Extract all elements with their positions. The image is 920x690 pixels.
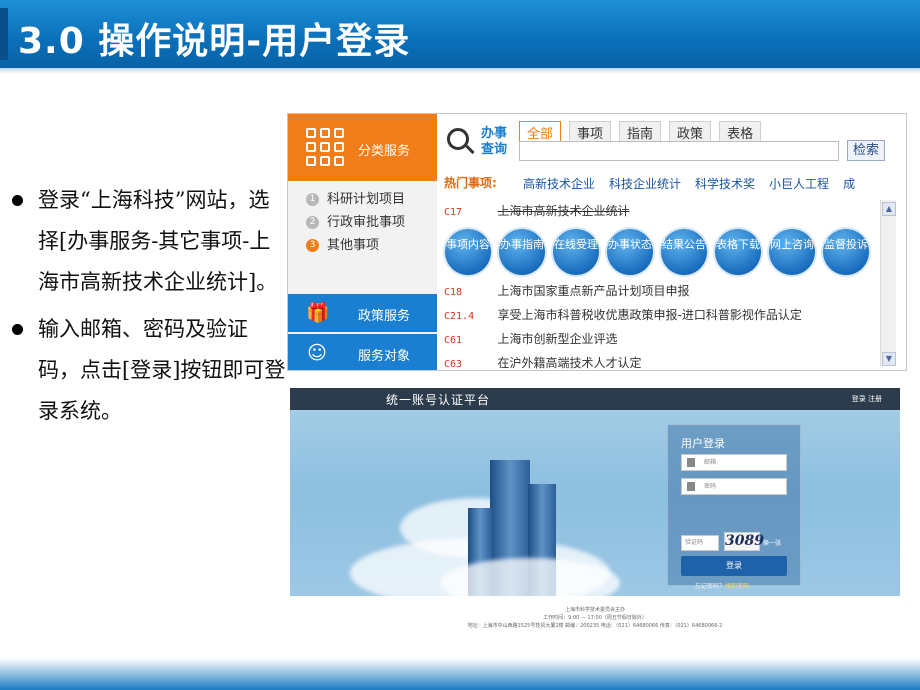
lock-icon (687, 482, 695, 491)
list-scrollbar[interactable]: ▲ ▼ (880, 200, 896, 366)
circle-button[interactable]: 办事指南 (499, 229, 545, 275)
list-item[interactable]: C63 在沪外籍高端技术人才认定 (444, 354, 642, 370)
search-input[interactable] (519, 141, 839, 161)
circle-button[interactable]: 表格下载 (715, 229, 761, 275)
login-register-links[interactable]: 登录 注册 (852, 394, 882, 404)
title-bar: 3.0 操作说明-用户登录 (0, 0, 920, 68)
portal-sidebar: 分类服务 1 科研计划项目 2 行政审批事项 3 其他事项 🎁 政策服务 ☺ 服… (288, 114, 437, 370)
item-code: C21.4 (444, 311, 475, 322)
footer-line: 地址：上海市中山西路1525号技贸大厦2楼 邮编：200235 电话：（021）… (467, 623, 723, 629)
bullet-text: 输入邮箱、密码及验证码，点击[登录]按钮即可登录系统。 (38, 317, 286, 423)
circle-button[interactable]: 监督投诉 (823, 229, 869, 275)
grid-icon (306, 128, 344, 166)
title-shadow (0, 68, 920, 74)
bottom-band (0, 658, 920, 690)
nav-item-label: 行政审批事项 (327, 215, 406, 230)
item-title: 上海市创新型企业评选 (497, 332, 618, 346)
title-accent (0, 8, 8, 60)
service-target-block[interactable]: ☺ 服务对象 (288, 334, 437, 370)
forgot-text: 忘记密码？ (695, 583, 726, 590)
item-title: 享受上海市科普税收优惠政策申报-进口科普影视作品认定 (497, 308, 802, 322)
password-placeholder: 密码 (704, 483, 717, 490)
scroll-down-icon[interactable]: ▼ (882, 352, 896, 366)
user-icon (687, 458, 695, 467)
circle-button[interactable]: 办事状态 (607, 229, 653, 275)
login-site-brand: 统一账号认证平台 (386, 393, 491, 407)
number-badge: 2 (306, 216, 319, 229)
hot-link[interactable]: 小巨人工程 (769, 175, 829, 192)
hot-link[interactable]: 科学技术奖 (695, 175, 755, 192)
category-list: 1 科研计划项目 2 行政审批事项 3 其他事项 (306, 188, 405, 257)
password-field[interactable]: 密码 (681, 478, 787, 495)
item-title: 上海市高新技术企业统计 (497, 204, 630, 218)
login-title: 用户登录 (681, 437, 725, 450)
item-title: 上海市国家重点新产品计划项目申报 (497, 284, 690, 298)
login-site-footer: 上海市科学技术委员会主办 工作时间：9:00 — 17:00（周五节假日除外） … (290, 606, 900, 630)
list-item[interactable]: C17 上海市高新技术企业统计 (444, 202, 630, 220)
list-item[interactable]: C21.4 享受上海市科普税收优惠政策申报-进口科普影视作品认定 (444, 306, 802, 324)
hot-label: 热门事项: (444, 176, 497, 190)
nav-item-other[interactable]: 3 其他事项 (306, 234, 405, 257)
number-badge: 1 (306, 193, 319, 206)
list-item[interactable]: C61 上海市创新型企业评选 (444, 330, 618, 348)
item-code: C18 (444, 287, 463, 298)
captcha-image[interactable]: 3089 (724, 532, 764, 551)
service-circles: 事项内容 办事指南 在线受理 办事状态 结果公告 表格下载 网上咨询 监督投诉 (445, 229, 877, 275)
circle-button[interactable]: 结果公告 (661, 229, 707, 275)
circle-button[interactable]: 网上咨询 (769, 229, 815, 275)
search-icon-handle (465, 144, 475, 155)
login-button[interactable]: 登录 (681, 556, 787, 576)
item-title: 在沪外籍高端技术人才认定 (497, 356, 642, 370)
footer-line: 工作时间：9:00 — 17:00（周五节假日除外） (543, 615, 647, 621)
gift-icon: 🎁 (306, 302, 330, 324)
captcha-refresh-link[interactable]: 换一张 (763, 538, 781, 547)
item-list: C17 上海市高新技术企业统计 事项内容 办事指南 在线受理 办事状态 结果公告… (437, 200, 881, 370)
category-label: 分类服务 (358, 144, 411, 159)
hot-link[interactable]: 成 (843, 175, 855, 192)
login-site-header: 统一账号认证平台 登录 注册 (290, 388, 900, 410)
login-panel: 用户登录 邮箱 密码 验证码 3089 换一张 登录 忘记密码？找回密码 (667, 424, 801, 590)
bullet-list: 登录“上海科技”网站，选择[办事服务-其它事项-上海市高新技术企业统计]。 输入… (10, 180, 288, 438)
item-code: C63 (444, 359, 463, 370)
forgot-password: 忘记密码？找回密码 (695, 581, 749, 590)
nav-item-label: 科研计划项目 (327, 192, 406, 207)
smiley-icon: ☺ (307, 342, 327, 364)
search-title: 办事查询 (481, 126, 508, 157)
slide-title: 3.0 操作说明-用户登录 (18, 21, 411, 62)
email-field[interactable]: 邮箱 (681, 454, 787, 471)
bullet-dot-icon (12, 324, 23, 335)
category-header[interactable]: 分类服务 (288, 114, 437, 181)
policy-label: 政策服务 (358, 309, 411, 324)
item-code: C17 (444, 207, 463, 218)
list-item[interactable]: C18 上海市国家重点新产品计划项目申报 (444, 282, 690, 300)
captcha-field[interactable]: 验证码 (681, 535, 719, 551)
nav-item-approval[interactable]: 2 行政审批事项 (306, 211, 405, 234)
hot-link[interactable]: 科技企业统计 (609, 175, 681, 192)
search-button[interactable]: 检索 (847, 140, 885, 161)
nav-item-label: 其他事项 (327, 238, 380, 253)
search-area: 办事查询 全部 事项 指南 政策 表格 检索 热门事项: 高新技术企业 科技企业… (437, 114, 906, 200)
footer-line: 上海市科学技术委员会主办 (564, 607, 625, 613)
policy-service-block[interactable]: 🎁 政策服务 (288, 294, 437, 332)
portal-screenshot: 分类服务 1 科研计划项目 2 行政审批事项 3 其他事项 🎁 政策服务 ☺ 服… (287, 113, 907, 371)
number-badge: 3 (306, 239, 319, 252)
bullet-dot-icon (12, 195, 23, 206)
circle-button[interactable]: 在线受理 (553, 229, 599, 275)
bullet-item: 登录“上海科技”网站，选择[办事服务-其它事项-上海市高新技术企业统计]。 (10, 180, 288, 303)
scroll-up-icon[interactable]: ▲ (882, 202, 896, 216)
circle-button[interactable]: 事项内容 (445, 229, 491, 275)
bullet-text: 登录“上海科技”网站，选择[办事服务-其它事项-上海市高新技术企业统计]。 (38, 188, 278, 294)
item-code: C61 (444, 335, 463, 346)
login-screenshot: 统一账号认证平台 登录 注册 用户登录 邮箱 密码 验证码 3089 换一张 登… (290, 388, 900, 596)
email-placeholder: 邮箱 (704, 459, 717, 466)
recover-password-link[interactable]: 找回密码 (725, 583, 749, 590)
hot-links: 高新技术企业 科技企业统计 科学技术奖 小巨人工程 成 (523, 175, 869, 192)
target-label: 服务对象 (358, 349, 411, 364)
nav-item-research[interactable]: 1 科研计划项目 (306, 188, 405, 211)
bullet-item: 输入邮箱、密码及验证码，点击[登录]按钮即可登录系统。 (10, 309, 288, 432)
hot-link[interactable]: 高新技术企业 (523, 175, 595, 192)
